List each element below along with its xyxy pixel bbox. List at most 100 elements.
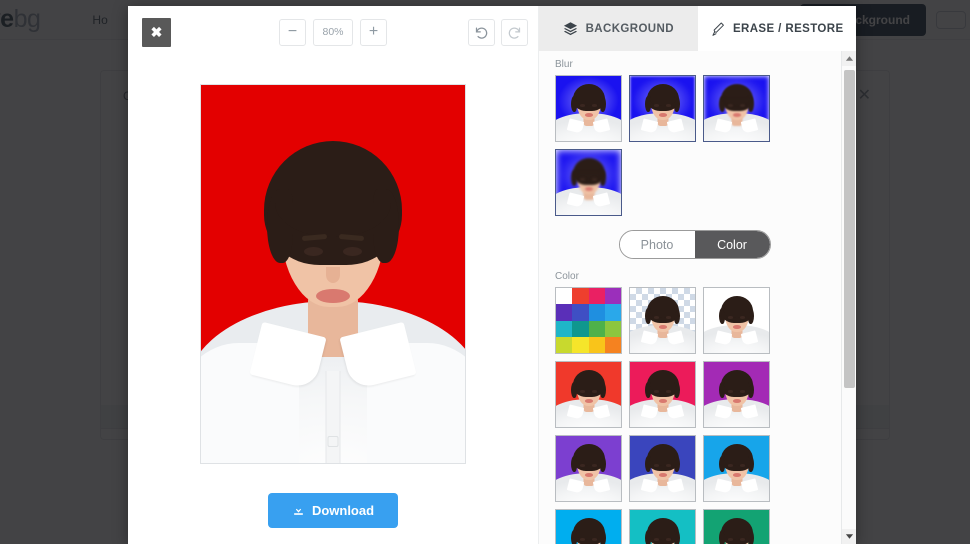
panel-tabs: BACKGROUND ERASE / RESTORE <box>539 6 856 51</box>
photo-hair-side-right <box>373 189 399 263</box>
color-option-cyan[interactable] <box>629 509 696 544</box>
close-modal-button[interactable]: ✖ <box>142 17 171 47</box>
tab-background-label: BACKGROUND <box>585 22 674 35</box>
edited-photo-preview[interactable] <box>200 84 466 464</box>
caret-up-icon[interactable] <box>841 51 856 66</box>
swatch-2[interactable] <box>588 288 605 305</box>
thumb-eye-left <box>580 538 585 541</box>
thumb-eye-left <box>654 104 659 107</box>
thumb-eye-right <box>740 316 745 319</box>
color-option-pink[interactable] <box>629 361 696 428</box>
blur-section-label: Blur <box>555 59 573 70</box>
color-option-red[interactable] <box>555 361 622 428</box>
page-root: ovebg Ho ove Background C ✕ ✖ − 80% <box>0 0 970 544</box>
thumb-eye-left <box>728 538 733 541</box>
thumb-eye-right <box>592 104 597 107</box>
color-option-white[interactable] <box>703 287 770 354</box>
swatch-7[interactable] <box>604 304 621 321</box>
thumb-eye-left <box>654 316 659 319</box>
swatch-0[interactable] <box>556 288 573 305</box>
blur-thumbnail-grid <box>555 75 834 216</box>
tab-erase-restore-label: ERASE / RESTORE <box>732 22 844 35</box>
thumb-eye-left <box>580 390 585 393</box>
photo-lips <box>316 289 350 303</box>
thumb-eye-right <box>666 390 671 393</box>
swatch-3[interactable] <box>604 288 621 305</box>
thumb-eye-left <box>654 538 659 541</box>
tab-erase-restore[interactable]: ERASE / RESTORE <box>697 6 856 51</box>
swatch-9[interactable] <box>572 320 589 337</box>
zoom-out-button[interactable]: − <box>279 18 306 46</box>
color-option-violet[interactable] <box>555 435 622 502</box>
thumb-eye-right <box>592 178 597 181</box>
canvas-area[interactable] <box>128 58 538 487</box>
photo-shirt-placket <box>325 371 341 463</box>
thumbnail-preview <box>704 436 769 501</box>
zoom-in-button[interactable]: + <box>360 18 387 46</box>
swatch-13[interactable] <box>572 336 589 353</box>
redo-icon[interactable] <box>501 18 528 46</box>
swatch-6[interactable] <box>588 304 605 321</box>
scrollbar-thumb[interactable] <box>843 70 855 388</box>
swatch-4[interactable] <box>556 304 573 321</box>
color-section-label: Color <box>555 271 579 282</box>
undo-icon[interactable] <box>468 18 495 46</box>
blur-option-1[interactable] <box>555 75 622 142</box>
thumbnail-preview <box>704 288 769 353</box>
thumb-eye-right <box>740 538 745 541</box>
swatch-14[interactable] <box>588 336 605 353</box>
toggle-option-photo[interactable]: Photo <box>619 231 695 258</box>
swatch-10[interactable] <box>588 320 605 337</box>
color-swatch-grid <box>556 288 621 353</box>
thumbnail-preview <box>630 76 695 141</box>
thumbnail-preview <box>630 362 695 427</box>
photo-eye-left <box>304 247 323 256</box>
panel-scrollbar[interactable] <box>841 51 856 544</box>
swatch-11[interactable] <box>604 320 621 337</box>
thumbnail-preview <box>556 362 621 427</box>
thumb-eye-left <box>728 464 733 467</box>
color-picker-swatch[interactable] <box>555 287 622 354</box>
color-option-transparent[interactable] <box>629 287 696 354</box>
scrollbar-track[interactable] <box>841 66 856 529</box>
thumb-lips <box>584 113 593 117</box>
blur-option-3[interactable] <box>703 75 770 142</box>
thumbnail-preview <box>630 436 695 501</box>
blur-option-4[interactable] <box>555 149 622 216</box>
thumbnail-preview <box>556 436 621 501</box>
color-option-sky[interactable] <box>555 509 622 544</box>
swatch-1[interactable] <box>572 288 589 305</box>
thumbnail-preview <box>630 288 695 353</box>
thumb-lips <box>732 399 741 403</box>
download-button[interactable]: Download <box>267 493 399 528</box>
download-button-label: Download <box>311 503 375 518</box>
thumb-eye-left <box>728 104 733 107</box>
thumb-lips <box>584 399 593 403</box>
download-icon <box>292 504 305 517</box>
swatch-5[interactable] <box>572 304 589 321</box>
color-option-green[interactable] <box>703 509 770 544</box>
thumb-eye-left <box>580 104 585 107</box>
thumb-eye-right <box>740 464 745 467</box>
tab-background[interactable]: BACKGROUND <box>539 6 698 51</box>
swatch-8[interactable] <box>556 320 573 337</box>
brush-icon <box>710 21 725 36</box>
swatch-15[interactable] <box>604 336 621 353</box>
canvas-column: ✖ − 80% + Download <box>128 6 538 544</box>
thumb-eye-left <box>580 178 585 181</box>
thumb-eye-left <box>654 464 659 467</box>
blur-option-2[interactable] <box>629 75 696 142</box>
caret-down-icon[interactable] <box>841 529 856 544</box>
panel-scroll-content: Blur Photo Color Color <box>539 51 856 544</box>
thumb-lips <box>732 325 741 329</box>
color-option-indigo[interactable] <box>629 435 696 502</box>
history-controls <box>468 18 528 46</box>
color-option-blue[interactable] <box>703 435 770 502</box>
download-row: Download <box>128 487 538 544</box>
toggle-option-color[interactable]: Color <box>694 231 770 258</box>
thumb-eye-left <box>728 390 733 393</box>
color-option-purple[interactable] <box>703 361 770 428</box>
thumb-eye-left <box>580 464 585 467</box>
swatch-12[interactable] <box>556 336 573 353</box>
side-panel: BACKGROUND ERASE / RESTORE Blur Photo Co… <box>538 6 856 544</box>
